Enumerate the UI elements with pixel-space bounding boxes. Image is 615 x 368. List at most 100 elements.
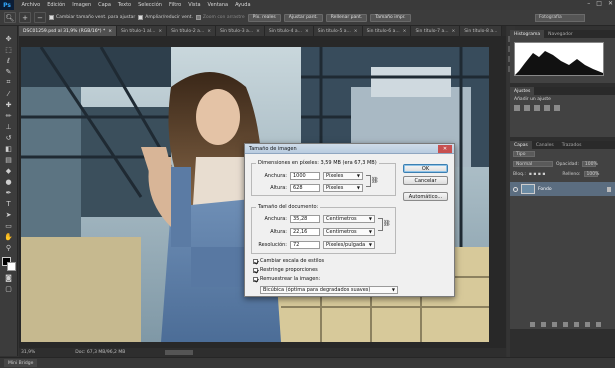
close-icon[interactable]: × [256,29,260,34]
constrain-proportions-checkbox[interactable]: Restringe proporciones [253,267,318,273]
eyedropper-tool-icon[interactable]: ⁄ [3,89,15,98]
close-icon[interactable]: × [207,29,211,34]
eye-icon[interactable] [513,186,518,192]
menu-vista[interactable]: Vista [185,2,204,8]
type-tool-icon[interactable]: T [3,199,15,208]
maximize-icon[interactable]: □ [596,0,602,7]
lock-icon[interactable]: ▪ ▪ ▪ ▪ [529,172,546,177]
folder-icon[interactable] [574,322,579,327]
menu-imagen[interactable]: Imagen [69,2,95,8]
eraser-tool-icon[interactable]: ◧ [3,144,15,153]
lasso-tool-icon[interactable]: ℓ [3,56,15,65]
zoom-out-icon[interactable]: − [34,12,46,23]
workspace-select[interactable]: Fotografía [535,14,585,22]
blur-tool-icon[interactable]: ◆ [3,166,15,175]
tab-document[interactable]: Sin título-8 a... [460,26,503,36]
fit-screen-button[interactable]: Ajustar pant. [283,13,323,22]
menu-capa[interactable]: Capa [95,2,115,8]
adjustment-icon[interactable] [563,322,568,327]
menu-ventana[interactable]: Ventana [204,2,232,8]
close-icon[interactable]: × [452,29,456,34]
fill-screen-button[interactable]: Rellenar pant. [325,13,368,22]
scale-styles-checkbox[interactable]: Cambiar escala de estilos [253,258,324,264]
tab-document[interactable]: Sin título-3 a... × [216,26,265,36]
tab-document[interactable]: Sin título-2 a... × [167,26,216,36]
zoom-tool-icon[interactable]: 🔍︎ [4,12,16,23]
shape-tool-icon[interactable]: ▭ [3,221,15,230]
menu-texto[interactable]: Texto [114,2,134,8]
tab-document[interactable]: Sin título-4 a... × [264,26,314,36]
tab-navigator[interactable]: Navegador [544,30,577,38]
layer-row[interactable]: Fondo [510,182,615,196]
background-color[interactable] [6,262,16,271]
threshold-icon[interactable] [534,105,540,111]
tab-paths[interactable]: Trazados [558,141,586,149]
mini-bridge-tab[interactable]: Mini Bridge [4,359,38,367]
menu-filtro[interactable]: Filtro [165,2,184,8]
dodge-tool-icon[interactable]: ● [3,177,15,186]
tab-channels[interactable]: Canales [532,141,558,149]
healing-tool-icon[interactable]: ✚ [3,100,15,109]
close-icon[interactable]: × [108,29,112,34]
zoom-in-icon[interactable]: + [19,12,31,23]
ok-button[interactable]: OK [403,164,448,173]
brush-tool-icon[interactable]: ✏ [3,111,15,120]
resolution-unit-select[interactable]: Píxeles/pulgada ▼ [323,241,375,249]
new-layer-icon[interactable] [585,322,590,327]
gradient-tool-icon[interactable]: ▤ [3,155,15,164]
blend-mode-select[interactable]: Normal [513,161,553,167]
cancel-button[interactable]: Cancelar [403,176,448,185]
fill-input[interactable]: 100% [583,171,599,177]
mask-icon[interactable] [552,322,557,327]
height-input[interactable]: 628 [290,184,320,192]
marquee-tool-icon[interactable]: ⬚ [3,45,15,54]
print-size-button[interactable]: Tamaño impr. [370,13,411,22]
tab-document-active[interactable]: DSC01259.psd al 31,9% (RGB/16*) * × [19,26,118,36]
hand-tool-icon[interactable]: ✋ [3,232,15,241]
auto-button[interactable]: Automático... [403,192,448,201]
tab-adjustments[interactable]: Ajustes [510,87,535,95]
history-brush-icon[interactable]: ↺ [3,133,15,142]
posterize-icon[interactable] [524,105,530,111]
fx-icon[interactable] [541,322,546,327]
close-icon[interactable]: ✕ [608,0,613,7]
doc-width-input[interactable]: 35,28 [290,215,320,223]
doc-width-unit-select[interactable]: Centímetros ▼ [323,215,375,223]
tab-layers[interactable]: Capas [510,141,532,149]
tab-document[interactable]: Sin título-5 a... × [313,26,363,36]
tab-document[interactable]: Sin título-6 a... × [362,26,412,36]
invert-icon[interactable] [514,105,520,111]
stamp-tool-icon[interactable]: ⊥ [3,122,15,131]
menu-ayuda[interactable]: Ayuda [232,2,254,8]
scrubby-zoom-checkbox[interactable]: Zoom con arrastre [195,15,245,20]
close-icon[interactable]: × [305,29,309,34]
opacity-input[interactable]: 100% [581,161,598,167]
doc-height-input[interactable]: 22,16 [290,228,320,236]
width-unit-select[interactable]: Píxeles ▼ [323,172,363,180]
close-icon[interactable]: × [354,29,358,34]
zoom-icon[interactable]: ⚲ [3,243,15,252]
channel-mixer-icon[interactable] [554,105,560,111]
minimize-icon[interactable]: – [587,0,590,7]
path-select-icon[interactable]: ➤ [3,210,15,219]
resample-checkbox[interactable]: Remuestrear la imagen: [253,276,320,282]
link-icon[interactable] [530,322,535,327]
menu-seleccion[interactable]: Selección [135,2,166,8]
width-input[interactable]: 1000 [290,172,320,180]
tab-histogram[interactable]: Histograma [510,30,545,38]
quick-mask-icon[interactable]: ◙ [3,273,15,282]
menu-edicion[interactable]: Edición [44,2,69,8]
zoom-all-checkbox[interactable]: Ampliar/reducir vent. [138,15,193,20]
screen-mode-icon[interactable]: ▢ [3,284,15,293]
gradient-map-icon[interactable] [544,105,550,111]
quick-select-tool-icon[interactable]: ✎ [3,67,15,76]
zoom-level[interactable]: 31,9% [21,350,35,355]
kind-filter-select[interactable]: Tipo [513,151,535,157]
close-icon[interactable]: × [403,29,407,34]
resample-method-select[interactable]: Bicúbica (óptima para degradados suaves)… [260,286,398,294]
close-icon[interactable]: × [158,29,162,34]
actual-pixels-button[interactable]: Píx. reales [247,13,281,22]
crop-tool-icon[interactable]: ⌗ [3,78,15,87]
horizontal-scrollbar[interactable] [165,350,194,355]
height-unit-select[interactable]: Píxeles ▼ [323,184,363,192]
